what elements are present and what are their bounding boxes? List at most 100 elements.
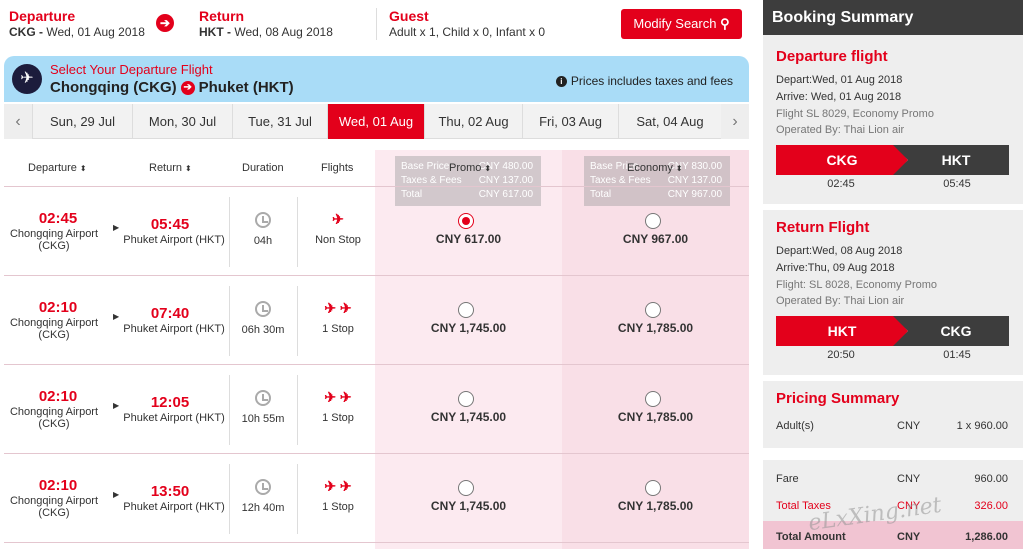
departure-date: Wed, 01 Aug 2018 <box>46 25 145 39</box>
summary-divider <box>763 204 1023 210</box>
pricing-fare-currency: CNY <box>897 473 921 485</box>
departure-airport: Chongqing Airport <box>9 495 99 507</box>
promo-fare-radio[interactable] <box>458 480 474 496</box>
column-divider <box>229 286 230 356</box>
arrival-airport: Phuket Airport (HKT) <box>123 501 225 513</box>
tooltip-total-value: CNY 967.00 <box>667 189 722 200</box>
departure-airport: Chongqing Airport <box>9 228 99 240</box>
sort-icon: ⬍ <box>79 164 87 173</box>
arrival-airport: Phuket Airport (HKT) <box>123 234 225 246</box>
caret-right-icon: ▶ <box>113 401 120 410</box>
departure-airport-code: (CKG) <box>38 329 70 341</box>
pricing-adults-value: 1 x 960.00 <box>956 420 1008 432</box>
departure-operator: Operated By: Thai Lion air <box>776 124 905 136</box>
pricing-summary-heading: Pricing Summary <box>776 390 900 407</box>
clock-icon <box>255 212 271 228</box>
search-icon: ⚲ <box>720 16 730 31</box>
modify-search-button[interactable]: Modify Search ⚲ <box>621 9 742 39</box>
search-header: Departure CKG - Wed, 01 Aug 2018 ➔ Retur… <box>0 0 760 50</box>
arrival-airport: Phuket Airport (HKT) <box>123 323 225 335</box>
pricing-taxes-value: 326.00 <box>974 500 1008 512</box>
pricing-total-value: 1,286.00 <box>965 531 1008 543</box>
tooltip-base-label: Base Price <box>401 161 450 172</box>
summary-divider <box>763 375 1023 381</box>
col-duration: Duration <box>242 162 284 174</box>
caret-right-icon: ▶ <box>113 490 120 499</box>
departure-airport: Chongqing Airport <box>9 317 99 329</box>
promo-fare-radio[interactable] <box>458 213 474 229</box>
return-summary: HKT - Wed, 08 Aug 2018 <box>199 25 333 39</box>
departure-depart: Depart:Wed, 01 Aug 2018 <box>776 74 903 86</box>
column-divider <box>297 286 298 356</box>
prev-date-chevron-icon[interactable]: ‹ <box>4 104 32 139</box>
promo-fare-radio[interactable] <box>458 302 474 318</box>
airplane-icon: ✈ ✈ <box>324 389 352 405</box>
economy-fare-price: CNY 967.00 <box>622 232 689 246</box>
date-tab[interactable]: Thu, 02 Aug <box>424 104 522 139</box>
arrival-time: 05:45 <box>150 216 190 233</box>
date-tab[interactable]: Sat, 04 Aug <box>618 104 721 139</box>
arrival-time: 12:05 <box>150 394 190 411</box>
promo-fare-price: CNY 1,745.00 <box>430 499 507 513</box>
next-date-chevron-icon[interactable]: › <box>721 104 749 139</box>
caret-right-icon: ▶ <box>113 312 120 321</box>
column-divider <box>297 464 298 534</box>
promo-fare-price: CNY 1,745.00 <box>430 321 507 335</box>
economy-fare-radio[interactable] <box>645 391 661 407</box>
departure-to-code: HKT <box>893 145 1009 175</box>
return-label: Return <box>199 8 245 24</box>
departure-time: 02:10 <box>38 299 78 316</box>
date-tab[interactable]: Mon, 30 Jul <box>132 104 232 139</box>
pricing-fare-label: Fare <box>776 473 799 485</box>
column-divider <box>297 375 298 445</box>
header-divider <box>376 8 377 40</box>
return-depart: Depart:Wed, 08 Aug 2018 <box>776 245 903 257</box>
tooltip-tax-label: Taxes & Fees <box>401 175 462 186</box>
return-operator: Operated By: Thai Lion air <box>776 295 905 307</box>
sort-icon: ⬍ <box>675 164 683 173</box>
flight-stops: Non Stop <box>315 234 361 246</box>
col-return[interactable]: Return ⬍ <box>149 162 192 174</box>
col-promo[interactable]: Promo ⬍ <box>449 162 491 174</box>
departure-airport-code: (CKG) <box>38 418 70 430</box>
flight-duration: 12h 40m <box>241 502 285 514</box>
departure-time: 02:45 <box>38 210 78 227</box>
flight-stops: 1 Stop <box>322 412 354 424</box>
row-divider <box>4 275 749 276</box>
return-date: Wed, 08 Aug 2018 <box>234 25 333 39</box>
return-flight-number: Flight: SL 8028, Economy Promo <box>776 279 938 291</box>
route-banner: ✈ Select Your Departure Flight Chongqing… <box>4 56 749 102</box>
flight-duration: 06h 30m <box>241 324 285 336</box>
date-tab[interactable]: Sun, 29 Jul <box>32 104 132 139</box>
flight-stops: 1 Stop <box>322 501 354 513</box>
col-economy[interactable]: Economy ⬍ <box>627 162 683 174</box>
economy-fare-radio[interactable] <box>645 213 661 229</box>
airplane-icon: ✈ <box>332 211 344 227</box>
flight-duration: 04h <box>253 235 273 247</box>
row-divider <box>4 542 749 543</box>
col-departure[interactable]: Departure ⬍ <box>28 162 87 174</box>
departure-from-time: 02:45 <box>827 178 855 190</box>
route-destination: Phuket (HKT) <box>198 79 294 96</box>
economy-fare-price: CNY 1,785.00 <box>617 321 694 335</box>
tooltip-total-row: Total CNY 617.00 <box>401 188 535 202</box>
tooltip-total-label: Total <box>401 189 423 200</box>
date-tab[interactable]: Tue, 31 Jul <box>232 104 327 139</box>
economy-fare-radio[interactable] <box>645 302 661 318</box>
route-arrow-icon: ➔ <box>180 81 195 96</box>
summary-divider <box>763 448 1023 460</box>
guest-label: Guest <box>389 8 429 24</box>
date-tab[interactable]: Fri, 03 Aug <box>522 104 618 139</box>
column-divider <box>229 197 230 267</box>
price-note-text: Prices includes taxes and fees <box>570 74 733 88</box>
promo-fare-radio[interactable] <box>458 391 474 407</box>
date-tab[interactable]: Wed, 01 Aug <box>327 104 424 139</box>
departure-airport-code: (CKG) <box>38 240 70 252</box>
return-from-code: HKT <box>776 316 908 346</box>
pricing-adults-label: Adult(s) <box>776 420 814 432</box>
economy-fare-radio[interactable] <box>645 480 661 496</box>
return-to-time: 01:45 <box>943 349 971 361</box>
airplane-icon: ✈ ✈ <box>324 300 352 316</box>
pricing-total-currency: CNY <box>897 531 921 543</box>
booking-summary-title: Booking Summary <box>763 0 1023 35</box>
